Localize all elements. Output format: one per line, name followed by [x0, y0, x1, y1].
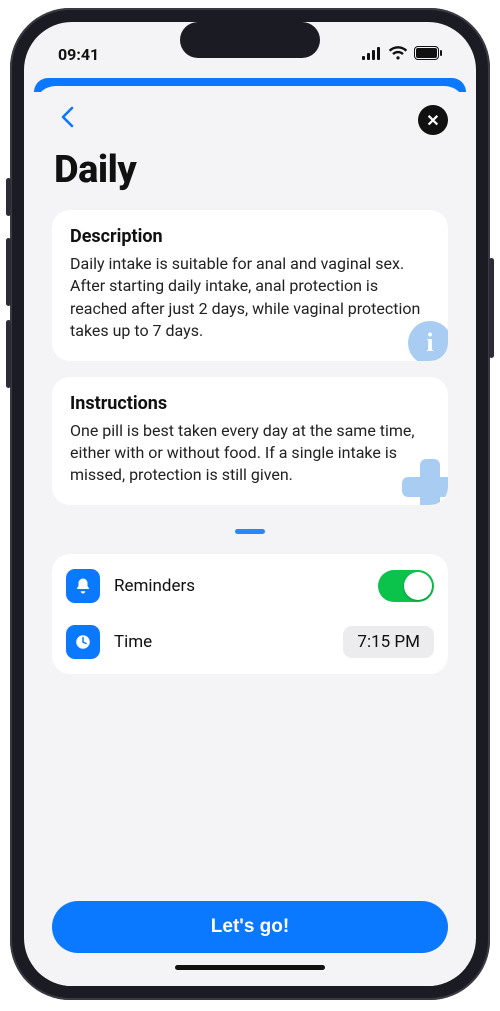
drag-handle[interactable]	[235, 529, 265, 534]
battery-icon	[414, 45, 442, 64]
instructions-body: One pill is best taken every day at the …	[70, 420, 430, 487]
screen: 09:41 ✕	[24, 22, 476, 986]
reminders-label: Reminders	[114, 576, 364, 596]
info-icon: i	[408, 321, 448, 361]
page-title: Daily	[54, 148, 446, 192]
plus-icon	[402, 459, 448, 505]
description-card: Description Daily intake is suitable for…	[52, 210, 448, 361]
close-icon: ✕	[426, 111, 439, 130]
home-indicator[interactable]	[175, 965, 325, 970]
reminders-toggle[interactable]	[378, 570, 434, 602]
time-picker[interactable]: 7:15 PM	[343, 626, 434, 658]
volume-button	[6, 178, 11, 216]
toggle-knob	[404, 572, 432, 600]
time-row: Time 7:15 PM	[66, 614, 434, 670]
volume-button	[6, 238, 11, 306]
back-button[interactable]	[52, 101, 82, 139]
sheet: ✕ Daily Description Daily intake is suit…	[34, 86, 466, 986]
settings-card: Reminders Time 7:15 PM	[52, 554, 448, 674]
description-heading: Description	[70, 226, 430, 247]
power-button	[489, 258, 494, 358]
close-button[interactable]: ✕	[418, 105, 448, 135]
wifi-icon	[388, 45, 408, 64]
description-body: Daily intake is suitable for anal and va…	[70, 253, 430, 343]
time-label: Time	[114, 632, 329, 652]
volume-button	[6, 320, 11, 388]
sheet-header: ✕	[52, 106, 448, 134]
cellular-icon	[362, 45, 382, 64]
phone-frame: 09:41 ✕	[10, 8, 490, 1000]
reminders-row: Reminders	[66, 558, 434, 614]
bell-icon	[66, 569, 100, 603]
status-indicators	[362, 45, 442, 64]
lets-go-button[interactable]: Let's go!	[52, 901, 448, 953]
instructions-card: Instructions One pill is best taken ever…	[52, 377, 448, 505]
clock-icon	[66, 625, 100, 659]
status-time: 09:41	[58, 45, 99, 64]
dynamic-island	[180, 22, 320, 58]
instructions-heading: Instructions	[70, 393, 430, 414]
